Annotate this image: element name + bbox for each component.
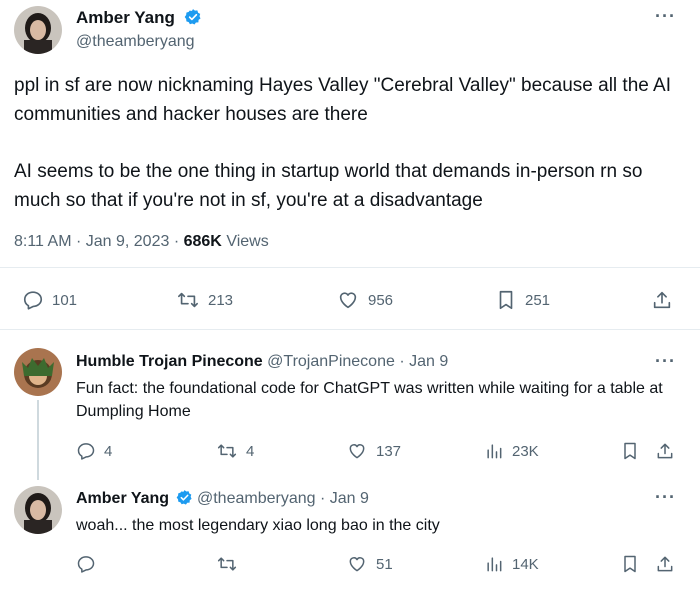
views-count: 23K: [512, 442, 539, 460]
like-button[interactable]: 137: [346, 441, 401, 461]
like-count: 137: [376, 442, 402, 460]
views-icon: [487, 444, 502, 459]
views-button[interactable]: 23K: [484, 441, 539, 461]
share-button[interactable]: [651, 289, 681, 311]
bookmark-count: 251: [525, 291, 551, 309]
retweet-icon: [178, 292, 198, 308]
like-icon: [349, 444, 365, 459]
tweet-text-paragraph-2: AI seems to be the one thing in startup …: [14, 161, 643, 211]
bookmark-button[interactable]: [620, 554, 648, 574]
tweet-date[interactable]: Jan 9, 2023: [86, 233, 170, 250]
reply-header: Humble Trojan Pinecone @TrojanPinecone ·…: [76, 353, 448, 371]
retweet-icon: [217, 444, 237, 458]
reply-header: Amber Yang @theamberyang · Jan 9: [76, 489, 369, 508]
reply-count: 4: [104, 442, 113, 460]
reply-text: Fun fact: the foundational code for Chat…: [76, 380, 663, 420]
bookmark-icon: [624, 442, 636, 460]
share-button[interactable]: [655, 554, 683, 574]
reply-author-handle[interactable]: @theamberyang: [197, 490, 316, 507]
views-label: Views: [226, 233, 269, 250]
bookmark-button[interactable]: 251: [495, 289, 550, 311]
reply-author-handle[interactable]: @TrojanPinecone: [267, 353, 395, 370]
more-icon[interactable]: ···: [655, 487, 676, 508]
share-button[interactable]: [655, 441, 683, 461]
reply-icon: [77, 443, 95, 460]
tweet-meta: 8:11 AM · Jan 9, 2023 · 686K Views: [14, 233, 269, 251]
avatar[interactable]: [14, 6, 62, 54]
verified-badge-icon: [184, 9, 201, 25]
retweet-button[interactable]: 4: [216, 441, 254, 461]
like-icon: [349, 557, 365, 572]
meta-separator: ·: [173, 233, 180, 250]
retweet-icon: [217, 557, 237, 571]
share-icon: [653, 291, 671, 309]
bookmark-button[interactable]: [620, 441, 648, 461]
reply-icon: [77, 556, 95, 573]
author-name[interactable]: Amber Yang: [76, 8, 202, 28]
retweet-button[interactable]: 213: [176, 289, 233, 311]
retweet-count: 4: [246, 442, 255, 460]
share-icon: [657, 443, 673, 459]
views-button[interactable]: 14K: [484, 554, 539, 574]
reply-button[interactable]: 4: [76, 441, 112, 461]
bookmark-icon: [624, 555, 636, 573]
views-count: 686K: [183, 233, 222, 250]
reply-author-name[interactable]: Humble Trojan Pinecone: [76, 353, 263, 370]
more-icon[interactable]: ···: [655, 6, 676, 27]
thread-line: [37, 400, 39, 480]
verified-badge-icon: [176, 490, 192, 505]
like-count: 51: [376, 555, 393, 573]
views-count: 14K: [512, 555, 539, 573]
reply-count: 101: [52, 291, 78, 309]
avatar[interactable]: [14, 348, 62, 396]
like-button[interactable]: 51: [346, 554, 393, 574]
share-icon: [657, 556, 673, 572]
like-button[interactable]: 956: [336, 289, 393, 311]
retweet-count: 213: [208, 291, 234, 309]
author-handle[interactable]: @theamberyang: [76, 33, 195, 51]
avatar[interactable]: [14, 486, 62, 534]
divider: [0, 329, 700, 330]
more-icon[interactable]: ···: [655, 351, 676, 372]
retweet-button[interactable]: [216, 554, 246, 574]
divider: [0, 267, 700, 268]
reply-button[interactable]: [76, 554, 104, 574]
reply-text: woah... the most legendary xiao long bao…: [76, 517, 440, 534]
meta-separator: ·: [75, 233, 82, 250]
like-icon: [339, 292, 357, 309]
tweet-time[interactable]: 8:11 AM: [14, 233, 72, 250]
like-count: 956: [368, 291, 394, 309]
reply-button[interactable]: 101: [22, 289, 77, 311]
reply-author-name[interactable]: Amber Yang: [76, 490, 169, 507]
bookmark-icon: [499, 290, 513, 310]
reply-date[interactable]: · Jan 9: [399, 353, 448, 370]
views-icon: [487, 557, 502, 572]
reply-date[interactable]: · Jan 9: [320, 490, 369, 507]
tweet-text-paragraph-1: ppl in sf are now nicknaming Hayes Valle…: [14, 75, 672, 125]
author-name-text[interactable]: Amber Yang: [76, 8, 175, 27]
reply-icon: [23, 291, 43, 310]
